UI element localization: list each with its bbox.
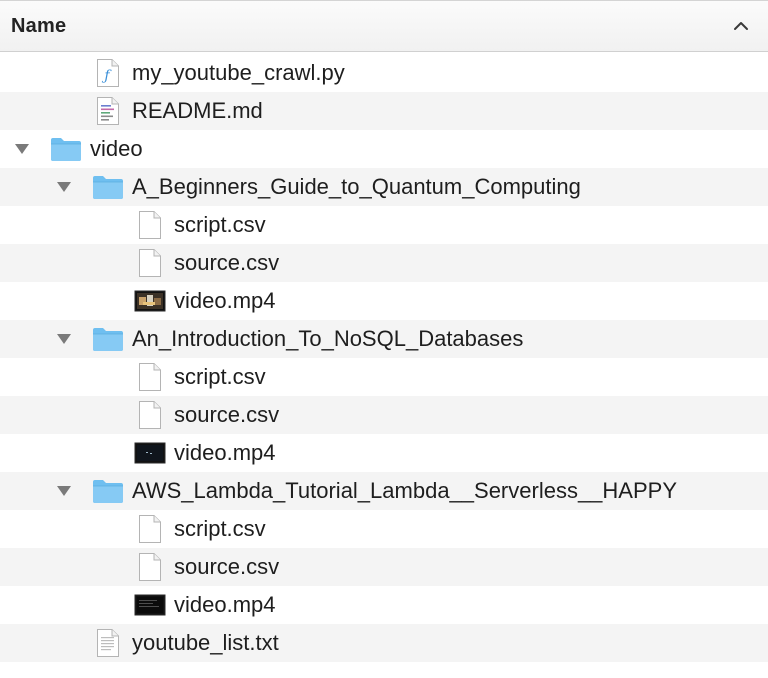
document-icon <box>134 551 166 583</box>
item-name: AWS_Lambda_Tutorial_Lambda__Serverless__… <box>132 478 677 503</box>
file-row[interactable]: script.csv <box>0 510 768 548</box>
folder-row[interactable]: A_Beginners_Guide_to_Quantum_Computing <box>0 168 768 206</box>
item-name: source.csv <box>174 554 280 579</box>
item-name: youtube_list.txt <box>132 630 279 655</box>
folder-row[interactable]: An_Introduction_To_NoSQL_Databases <box>0 320 768 358</box>
file-row[interactable]: source.csv <box>0 396 768 434</box>
item-name: source.csv <box>174 250 280 275</box>
disclosure-triangle-expanded-icon[interactable] <box>55 484 73 498</box>
folder-icon <box>92 475 124 507</box>
item-name: script.csv <box>174 516 266 541</box>
folder-row[interactable]: AWS_Lambda_Tutorial_Lambda__Serverless__… <box>0 472 768 510</box>
file-row[interactable]: README.md <box>0 92 768 130</box>
item-name: An_Introduction_To_NoSQL_Databases <box>132 326 524 351</box>
file-row[interactable]: ƒ my_youtube_crawl.py <box>0 54 768 92</box>
folder-row[interactable]: video <box>0 130 768 168</box>
item-name: script.csv <box>174 212 266 237</box>
item-name: source.csv <box>174 402 280 427</box>
video-thumbnail-icon <box>134 437 166 469</box>
item-name: video.mp4 <box>174 288 276 313</box>
disclosure-triangle-expanded-icon[interactable] <box>13 142 31 156</box>
video-thumbnail-icon <box>134 589 166 621</box>
text-file-icon <box>92 627 124 659</box>
item-name: A_Beginners_Guide_to_Quantum_Computing <box>132 174 581 199</box>
document-icon <box>134 247 166 279</box>
file-row[interactable]: source.csv <box>0 244 768 282</box>
file-row[interactable]: script.csv <box>0 206 768 244</box>
markdown-file-icon <box>92 95 124 127</box>
file-row[interactable]: source.csv <box>0 548 768 586</box>
name-column-header[interactable]: Name <box>0 15 66 38</box>
column-header-bar: Name <box>0 0 768 52</box>
disclosure-triangle-expanded-icon[interactable] <box>55 332 73 346</box>
file-row[interactable]: script.csv <box>0 358 768 396</box>
document-icon <box>134 513 166 545</box>
item-name: video.mp4 <box>174 592 276 617</box>
finder-list-view: Name ƒ my_youtube_crawl.py README.md video A… <box>0 0 768 678</box>
item-name: script.csv <box>174 364 266 389</box>
folder-icon <box>92 323 124 355</box>
document-icon <box>134 399 166 431</box>
file-list: ƒ my_youtube_crawl.py README.md video A_Begi… <box>0 54 768 662</box>
item-name: video <box>90 136 143 161</box>
file-row[interactable]: video.mp4 <box>0 282 768 320</box>
folder-icon <box>92 171 124 203</box>
document-icon <box>134 209 166 241</box>
sort-ascending-chevron-icon[interactable] <box>732 15 750 37</box>
disclosure-triangle-expanded-icon[interactable] <box>55 180 73 194</box>
item-name: video.mp4 <box>174 440 276 465</box>
python-file-icon: ƒ <box>92 57 124 89</box>
folder-icon <box>50 133 82 165</box>
item-name: my_youtube_crawl.py <box>132 60 345 85</box>
file-row[interactable]: youtube_list.txt <box>0 624 768 662</box>
file-row[interactable]: video.mp4 <box>0 586 768 624</box>
item-name: README.md <box>132 98 263 123</box>
document-icon <box>134 361 166 393</box>
video-thumbnail-icon <box>134 285 166 317</box>
file-row[interactable]: video.mp4 <box>0 434 768 472</box>
